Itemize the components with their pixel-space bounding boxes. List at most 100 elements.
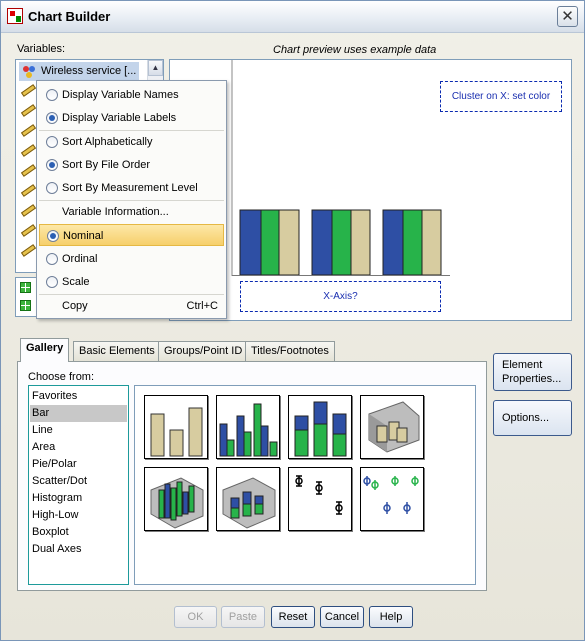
chart-type-item[interactable]: Favorites (30, 388, 127, 405)
window-title: Chart Builder (28, 9, 111, 24)
3d-stacked-bar-thumbnail[interactable] (216, 467, 280, 531)
choose-from-label: Choose from: (28, 371, 95, 383)
chart-type-item[interactable]: Boxplot (30, 524, 127, 541)
ruler-icon (20, 124, 37, 137)
ruler-icon (20, 164, 37, 177)
element-properties-button[interactable]: Element Properties... (493, 353, 572, 391)
menu-item-variable-information[interactable]: Variable Information... (39, 201, 224, 223)
stacked-bar-icon (294, 401, 347, 457)
variables-label: Variables: (17, 43, 66, 55)
table-icon (20, 282, 31, 293)
chart-type-item[interactable]: Dual Axes (30, 541, 127, 558)
chart-type-item[interactable]: Line (30, 422, 127, 439)
ruler-icon (20, 104, 37, 117)
menu-item-label: Copy (62, 300, 88, 312)
ok-button[interactable]: OK (174, 606, 217, 628)
chart-type-item[interactable]: Bar (30, 405, 127, 422)
menu-item-display-variable-names[interactable]: Display Variable Names (39, 84, 224, 106)
bar-group-1 (239, 209, 300, 276)
ruler-icon (20, 84, 37, 97)
bar (350, 209, 371, 276)
menu-item-label: Sort By File Order (62, 159, 151, 171)
clustered-error-bar-thumbnail[interactable] (360, 467, 424, 531)
chart-builder-icon (7, 8, 23, 24)
radio-icon (46, 276, 58, 288)
radio-checked-icon (46, 159, 58, 171)
simple-error-bar-thumbnail[interactable] (288, 467, 352, 531)
radio-icon (46, 182, 58, 194)
chart-builder-dialog: Chart Builder ✕ Variables: Chart preview… (0, 0, 585, 641)
menu-item-label: Variable Information... (62, 206, 169, 218)
menu-item-label: Scale (62, 276, 90, 288)
bar-group-3 (382, 209, 442, 276)
bar (239, 209, 262, 276)
variables-context-menu: Display Variable Names Display Variable … (36, 80, 227, 319)
menu-item-sort-alphabetically[interactable]: Sort Alphabetically (39, 131, 224, 153)
menu-item-label: Display Variable Labels (62, 112, 177, 124)
chart-type-item[interactable]: Area (30, 439, 127, 456)
bar (311, 209, 333, 276)
variable-item-label: Wireless service [... (41, 65, 137, 77)
table-icon (20, 300, 31, 311)
bar (382, 209, 404, 276)
ruler-icon (20, 184, 37, 197)
menu-item-sort-by-file-order[interactable]: Sort By File Order (39, 154, 224, 176)
title-bar[interactable]: Chart Builder ✕ (1, 1, 584, 33)
preview-note: Chart preview uses example data (273, 44, 437, 56)
cancel-button[interactable]: Cancel (320, 606, 364, 628)
chart-type-list[interactable]: Favorites Bar Line Area Pie/Polar Scatte… (28, 385, 129, 585)
tab-titles-footnotes[interactable]: Titles/Footnotes (245, 341, 335, 361)
cluster-drop-zone[interactable]: Cluster on X: set color (440, 81, 562, 112)
ruler-icon (20, 224, 37, 237)
menu-item-label: Display Variable Names (62, 89, 179, 101)
3d-bar-thumbnail[interactable] (360, 395, 424, 459)
menu-item-label: Sort Alphabetically (62, 136, 153, 148)
menu-item-sort-by-measurement-level[interactable]: Sort By Measurement Level (39, 177, 224, 199)
3d-clustered-bar-thumbnail[interactable] (144, 467, 208, 531)
chart-type-item[interactable]: Pie/Polar (30, 456, 127, 473)
scroll-up-icon[interactable]: ▲ (148, 60, 163, 76)
radio-icon (46, 89, 58, 101)
x-axis-drop-zone[interactable]: X-Axis? (240, 281, 441, 312)
paste-button[interactable]: Paste (221, 606, 265, 628)
variable-item[interactable]: Wireless service [... (19, 62, 139, 81)
reset-button[interactable]: Reset (271, 606, 315, 628)
simple-bar-thumbnail[interactable] (144, 395, 208, 459)
bar (278, 209, 300, 276)
menu-item-label: Ordinal (62, 253, 98, 265)
3d-clustered-bar-icon (150, 477, 204, 529)
menu-item-ordinal[interactable]: Ordinal (39, 248, 224, 270)
tab-groups-point-id[interactable]: Groups/Point ID (158, 341, 249, 361)
error-bar-icon (295, 475, 343, 515)
ruler-icon (20, 244, 37, 257)
menu-item-label: Nominal (63, 230, 104, 242)
chart-type-item[interactable]: Histogram (30, 490, 127, 507)
menu-item-display-variable-labels[interactable]: Display Variable Labels (39, 107, 224, 129)
bar (402, 209, 423, 276)
clustered-error-bar-icon (363, 476, 419, 514)
3d-stacked-bar-icon (222, 477, 276, 529)
x-axis-line (232, 275, 450, 276)
clustered-bar-thumbnail[interactable] (216, 395, 280, 459)
radio-icon (46, 253, 58, 265)
tab-gallery[interactable]: Gallery (20, 338, 70, 362)
close-button[interactable]: ✕ (557, 6, 578, 27)
bar (260, 209, 280, 276)
options-button[interactable]: Options... (493, 400, 572, 436)
menu-item-shortcut: Ctrl+C (186, 300, 218, 312)
clustered-bar-icon (219, 403, 278, 457)
help-button[interactable]: Help (369, 606, 413, 628)
menu-item-nominal[interactable]: Nominal (39, 224, 224, 246)
tab-basic-elements[interactable]: Basic Elements (73, 341, 161, 361)
bar (331, 209, 352, 276)
menu-item-copy[interactable]: Copy Ctrl+C (39, 295, 224, 317)
simple-bar-icon (150, 407, 203, 457)
menu-item-scale[interactable]: Scale (39, 271, 224, 293)
bar (421, 209, 442, 276)
menu-item-label: Sort By Measurement Level (62, 182, 198, 194)
chart-gallery (134, 385, 476, 585)
stacked-bar-thumbnail[interactable] (288, 395, 352, 459)
chart-preview-canvas[interactable]: Cluster on X: set color X-Axis? (169, 59, 572, 321)
chart-type-item[interactable]: High-Low (30, 507, 127, 524)
chart-type-item[interactable]: Scatter/Dot (30, 473, 127, 490)
